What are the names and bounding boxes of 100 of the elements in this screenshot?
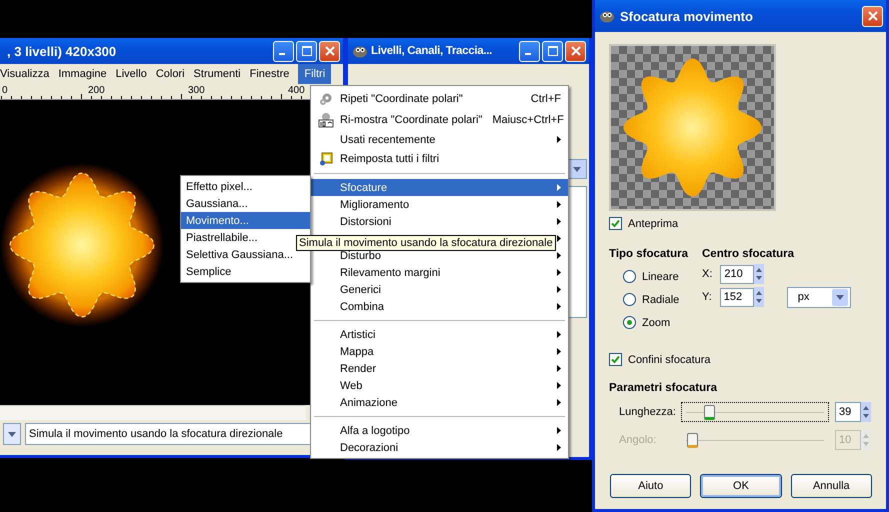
slider-label: Angolo: <box>619 434 658 446</box>
dropdown-button[interactable] <box>3 423 21 445</box>
menu-item[interactable]: Ripeti "Coordinate polari" Ctrl+F <box>311 88 568 109</box>
menu-item[interactable]: Colori <box>156 64 194 84</box>
slider[interactable] <box>681 402 829 422</box>
maximize-icon <box>548 46 558 56</box>
menu-item[interactable]: Movimento... <box>181 212 310 229</box>
menu-item[interactable]: Reimposta tutti i filtri <box>311 149 568 168</box>
submenu-arrow-icon <box>557 427 561 434</box>
close-icon <box>324 46 334 56</box>
submenu-item[interactable]: Rilevamento margini <box>311 264 568 281</box>
unit-dropdown[interactable]: px <box>786 286 851 308</box>
submenu-arrow-icon <box>557 218 561 225</box>
mascot-icon <box>352 44 368 58</box>
menu-item[interactable]: Semplice <box>181 263 310 280</box>
menu-item[interactable]: Visualizza <box>0 64 58 84</box>
submenu-item[interactable]: Generici <box>311 281 568 298</box>
window-title: , 3 livelli) 420x300 <box>7 44 118 58</box>
radio-label: Zoom <box>642 316 670 328</box>
ruler-label: 400 <box>288 85 305 96</box>
submenu-item[interactable]: Distorsioni <box>311 213 568 230</box>
submenu-arrow-icon <box>557 303 561 310</box>
minimize-icon <box>525 53 531 55</box>
checkbox[interactable] <box>609 217 622 230</box>
dialog-button[interactable]: Aiuto <box>610 474 692 498</box>
minimize-icon <box>279 53 285 55</box>
submenu-arrow-icon <box>557 444 561 451</box>
section-heading: Parametri sfocatura <box>609 382 718 394</box>
mascot-icon <box>599 9 615 23</box>
submenu-item[interactable]: Combina <box>311 298 568 315</box>
close-button[interactable] <box>319 40 340 62</box>
maximize-button[interactable] <box>542 40 563 62</box>
section-heading: Centro sfocatura <box>702 248 796 260</box>
minimize-button[interactable] <box>519 40 540 62</box>
radio-label: Lineare <box>642 270 679 282</box>
menu-item[interactable]: Effetto pixel... <box>181 178 310 195</box>
menu-item[interactable]: Immagine <box>58 64 116 84</box>
close-icon <box>570 46 580 56</box>
submenu-arrow-icon <box>557 136 561 143</box>
submenu-arrow-icon <box>557 184 561 191</box>
radio-label: Radiale <box>642 294 680 306</box>
submenu-arrow-icon <box>557 286 561 293</box>
submenu-arrow-icon <box>557 331 561 338</box>
horizontal-scrollbar[interactable] <box>0 405 306 420</box>
tooltip: Simula il movimento usando la sfocatura direzionale <box>296 235 556 251</box>
number-field[interactable]: 39 <box>835 402 861 422</box>
reset-icon <box>318 152 332 166</box>
submenu-arrow-icon <box>557 201 561 208</box>
submenu-item[interactable]: Render <box>311 360 568 377</box>
window-title: Livelli, Canali, Traccia... <box>371 45 494 57</box>
dialog-button[interactable]: OK <box>700 474 782 498</box>
submenu-item[interactable]: Sfocature <box>311 179 568 196</box>
radio-button[interactable] <box>623 293 636 306</box>
ruler-label: 0 <box>2 85 8 96</box>
gears-counter-icon <box>318 112 334 128</box>
close-icon <box>868 11 878 21</box>
number-field[interactable]: 152 <box>720 288 754 306</box>
menu-item[interactable]: Ri-mostra "Coordinate polari" Maiusc+Ctrl+F <box>311 109 568 130</box>
number-field[interactable]: 210 <box>720 264 754 284</box>
checkbox-label: Confini sfocatura <box>628 354 711 366</box>
submenu-item[interactable]: Usati recentemente <box>311 130 568 149</box>
slider-label: Lunghezza: <box>619 406 677 418</box>
radio-button[interactable] <box>623 270 636 283</box>
spin-arrows-icon[interactable] <box>754 264 764 284</box>
dialog-title: Sfocatura movimento <box>620 8 754 24</box>
submenu-item[interactable]: Web <box>311 377 568 394</box>
submenu-arrow-icon <box>557 399 561 406</box>
dropdown-button[interactable] <box>567 159 587 179</box>
dropdown-arrow-icon <box>573 166 581 172</box>
maximize-icon <box>302 46 312 56</box>
dialog-button[interactable]: Annulla <box>790 474 872 498</box>
menu-item[interactable]: Livello <box>116 64 156 84</box>
dropdown-arrow-icon <box>836 294 844 300</box>
submenu-item[interactable]: Animazione <box>311 394 568 411</box>
section-heading: Tipo sfocatura <box>609 248 690 260</box>
checkbox[interactable] <box>609 353 622 366</box>
radio-button[interactable] <box>623 316 636 329</box>
maximize-button[interactable] <box>296 40 317 62</box>
spin-arrows-icon[interactable] <box>754 287 764 307</box>
submenu-arrow-icon <box>557 269 561 276</box>
gears-icon <box>318 92 332 106</box>
submenu-item[interactable]: Mappa <box>311 343 568 360</box>
dropdown-arrow-icon <box>8 432 16 436</box>
submenu-arrow-icon <box>557 235 561 242</box>
checkbox-label: Anteprima <box>628 218 678 230</box>
submenu-item[interactable]: Miglioramento <box>311 196 568 213</box>
close-button[interactable] <box>862 6 883 26</box>
menu-item[interactable]: Strumenti <box>194 64 250 84</box>
ruler-label: 200 <box>88 85 105 96</box>
submenu-arrow-icon <box>557 382 561 389</box>
menu-item[interactable]: Gaussiana... <box>181 195 310 212</box>
submenu-arrow-icon <box>557 252 561 259</box>
close-button[interactable] <box>565 40 586 62</box>
submenu-item[interactable]: Artistici <box>311 326 568 343</box>
minimize-button[interactable] <box>273 40 294 62</box>
spin-arrows-icon[interactable] <box>861 402 871 422</box>
field-label: Y: <box>702 291 712 303</box>
menu-item[interactable]: Finestre <box>250 64 298 84</box>
submenu-arrow-icon <box>557 348 561 355</box>
menu-item[interactable]: Filtri <box>298 64 332 84</box>
